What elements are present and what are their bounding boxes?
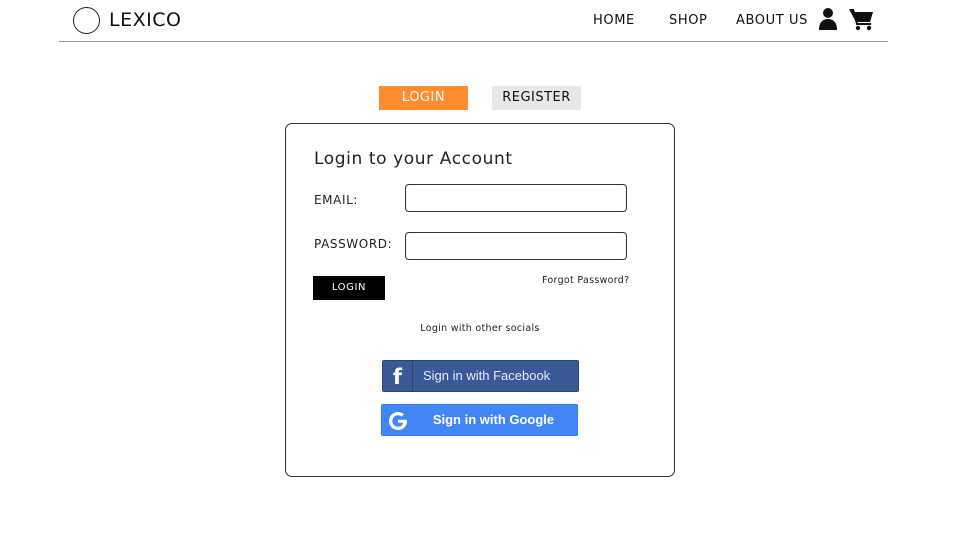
nav-shop-link[interactable]: SHOP <box>669 13 708 28</box>
tab-register[interactable]: REGISTER <box>492 86 581 110</box>
top-nav-bar: LEXICO HOME SHOP ABOUT US <box>59 0 888 42</box>
facebook-signin-label: Sign in with Facebook <box>423 368 551 383</box>
nav-home-link[interactable]: HOME <box>593 13 635 28</box>
email-label: EMAIL: <box>314 193 359 207</box>
forgot-password-link[interactable]: Forgot Password? <box>542 275 629 286</box>
google-signin-label: Sign in with Google <box>432 412 555 427</box>
nav-about-link[interactable]: ABOUT US <box>736 13 808 28</box>
facebook-icon: f <box>383 361 413 391</box>
facebook-signin-button[interactable]: f Sign in with Facebook <box>382 360 579 392</box>
login-card: Login to your Account EMAIL: PASSWORD: L… <box>285 123 675 477</box>
user-icon[interactable] <box>818 7 838 31</box>
brand-logo-text[interactable]: LEXICO <box>109 9 181 31</box>
email-field[interactable] <box>405 184 627 212</box>
login-title: Login to your Account <box>314 149 513 169</box>
google-signin-button[interactable]: Sign in with Google <box>381 404 578 436</box>
password-field[interactable] <box>405 232 627 260</box>
login-button[interactable]: LOGIN <box>313 276 385 300</box>
socials-caption: Login with other socials <box>420 323 540 334</box>
password-label: PASSWORD: <box>314 237 393 251</box>
tab-login[interactable]: LOGIN <box>379 86 468 110</box>
logo-circle-icon[interactable] <box>73 7 100 34</box>
cart-icon[interactable] <box>849 7 874 31</box>
